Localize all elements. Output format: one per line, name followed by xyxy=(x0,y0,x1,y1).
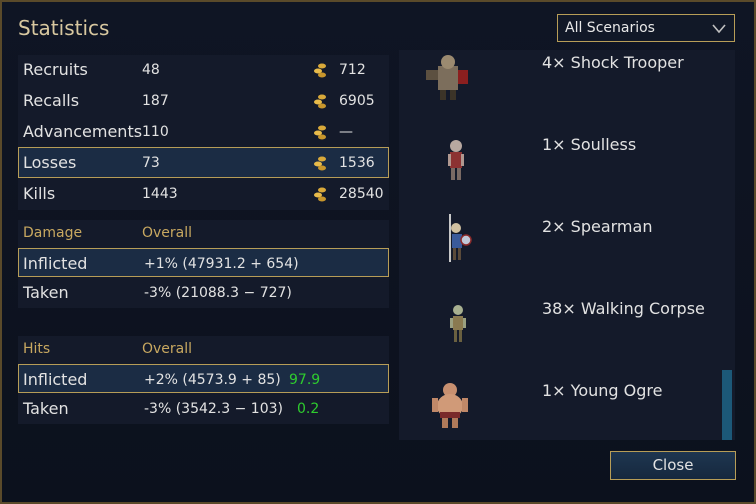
row-label: Inflicted xyxy=(23,254,88,273)
spearman-icon xyxy=(418,204,474,266)
row-label: Advancements xyxy=(23,122,143,141)
unit-row-spearman[interactable]: 2× Spearman xyxy=(400,196,718,278)
gold-icon xyxy=(313,93,327,109)
row-count: 1443 xyxy=(142,186,178,202)
damage-row-taken[interactable]: Taken -3% (21088.3 − 727) xyxy=(18,278,389,308)
gold-icon xyxy=(313,186,327,202)
row-label: Inflicted xyxy=(23,370,88,389)
summary-row-recruits[interactable]: Recruits 48 712 xyxy=(18,55,389,85)
row-gold: 6905 xyxy=(339,93,375,109)
walking-corpse-icon xyxy=(418,286,474,348)
row-rating: 97.9 xyxy=(289,372,321,388)
dialog-title: Statistics xyxy=(18,16,110,40)
close-button[interactable]: Close xyxy=(610,451,736,480)
row-label: Recruits xyxy=(23,60,88,79)
unit-row-walking-corpse[interactable]: 38× Walking Corpse xyxy=(400,278,718,360)
summary-row-kills[interactable]: Kills 1443 28540 xyxy=(18,179,389,209)
row-value: +2% (4573.9 + 85) xyxy=(144,372,281,388)
row-label: Losses xyxy=(23,153,77,172)
unit-name: 1× Young Ogre xyxy=(542,381,663,400)
row-count: 110 xyxy=(142,124,169,140)
young-ogre-icon xyxy=(418,368,474,430)
unit-row-shock-trooper[interactable]: 4× Shock Trooper xyxy=(400,32,718,114)
summary-row-losses[interactable]: Losses 73 1536 xyxy=(18,147,389,178)
row-count: 73 xyxy=(142,155,160,171)
row-label: Taken xyxy=(23,283,69,302)
hits-overall-header: Overall xyxy=(142,341,193,357)
row-value: -3% (3542.3 − 103) xyxy=(144,401,283,417)
gold-icon xyxy=(313,62,327,78)
row-label: Taken xyxy=(23,399,69,418)
damage-row-inflicted[interactable]: Inflicted +1% (47931.2 + 654) xyxy=(18,248,389,277)
gold-icon xyxy=(313,124,327,140)
shock-trooper-icon xyxy=(418,40,474,102)
row-value: -3% (21088.3 − 727) xyxy=(144,285,292,301)
hits-row-inflicted[interactable]: Inflicted +2% (4573.9 + 85) 97.9 xyxy=(18,364,389,393)
summary-row-recalls[interactable]: Recalls 187 6905 xyxy=(18,86,389,116)
gold-icon xyxy=(313,155,327,171)
damage-header: Damage xyxy=(23,225,83,241)
row-rating: 0.2 xyxy=(297,401,320,417)
unit-name: 2× Spearman xyxy=(542,217,653,236)
row-count: 48 xyxy=(142,62,160,78)
unit-name: 1× Soulless xyxy=(542,135,637,154)
row-gold: 28540 xyxy=(339,186,384,202)
row-label: Kills xyxy=(23,184,56,203)
row-gold: — xyxy=(339,124,353,140)
row-gold: 1536 xyxy=(339,155,375,171)
row-gold: 712 xyxy=(339,62,366,78)
unit-row-young-ogre[interactable]: 1× Young Ogre xyxy=(400,360,718,442)
unit-name: 4× Shock Trooper xyxy=(542,53,684,72)
row-label: Recalls xyxy=(23,91,80,110)
hits-header: Hits xyxy=(23,341,51,357)
unit-name: 38× Walking Corpse xyxy=(542,299,705,318)
summary-row-advancements[interactable]: Advancements 110 — xyxy=(18,117,389,147)
row-count: 187 xyxy=(142,93,169,109)
unit-list-scrollbar[interactable] xyxy=(722,370,732,440)
hits-row-taken[interactable]: Taken -3% (3542.3 − 103) 0.2 xyxy=(18,394,389,424)
damage-overall-header: Overall xyxy=(142,225,193,241)
unit-row-soulless[interactable]: 1× Soulless xyxy=(400,114,718,196)
row-value: +1% (47931.2 + 654) xyxy=(144,256,299,272)
soulless-icon xyxy=(418,122,474,184)
